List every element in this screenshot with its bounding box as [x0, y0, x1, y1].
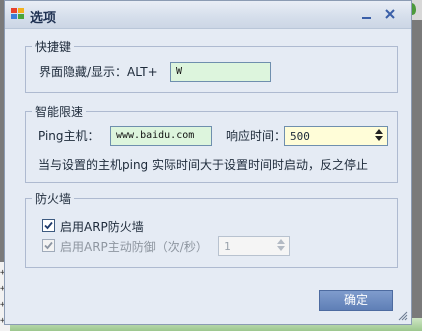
ping-host-input[interactable]: www.baidu.com: [110, 126, 212, 146]
hotkey-group: 快捷键 界面隐藏/显示：ALT+ W: [25, 38, 398, 93]
arp-firewall-label: 启用ARP防火墙: [60, 220, 144, 234]
speed-limit-description: 当与设置的主机ping 实际时间大于设置时间时启动，反之停止: [38, 158, 368, 172]
arp-firewall-checkbox[interactable]: [42, 219, 55, 232]
hotkey-label: 界面隐藏/显示：ALT+: [39, 65, 158, 79]
check-icon: [44, 221, 53, 230]
hotkey-group-title: 快捷键: [32, 38, 75, 55]
options-app-icon: [11, 8, 25, 21]
response-time-value: 500: [290, 130, 310, 143]
check-icon: [44, 241, 53, 250]
close-icon[interactable]: [383, 7, 397, 21]
response-time-label: 响应时间：: [226, 129, 287, 143]
minimize-icon[interactable]: [360, 7, 374, 21]
resize-grip-icon[interactable]: [397, 310, 408, 321]
arp-defense-checkbox[interactable]: [42, 239, 55, 252]
arp-defense-value: 1: [224, 240, 231, 253]
speed-limit-group-title: 智能限速: [32, 103, 87, 120]
stepper-arrows-icon[interactable]: [274, 238, 288, 254]
hotkey-input[interactable]: W: [170, 62, 271, 82]
title-bar[interactable]: 选项: [5, 1, 411, 29]
arp-defense-stepper[interactable]: 1: [218, 236, 290, 256]
firewall-group-title: 防火墙: [32, 190, 75, 207]
ping-host-label: Ping主机：: [38, 129, 100, 143]
window-title: 选项: [30, 11, 57, 26]
ok-button[interactable]: 确定: [319, 290, 393, 311]
options-dialog: 选项 快捷键 界面隐藏/显示：ALT+ W 智能限速 Ping主机： www.b…: [4, 0, 412, 325]
firewall-group: 防火墙 启用ARP防火墙 启用ARP主动防御（次/秒） 1: [25, 190, 398, 268]
response-time-stepper[interactable]: 500: [284, 126, 388, 146]
speed-limit-group: 智能限速 Ping主机： www.baidu.com 响应时间： 500 当与设…: [25, 103, 398, 183]
arp-defense-label: 启用ARP主动防御（次/秒）: [60, 240, 208, 254]
stepper-arrows-icon[interactable]: [372, 128, 386, 144]
